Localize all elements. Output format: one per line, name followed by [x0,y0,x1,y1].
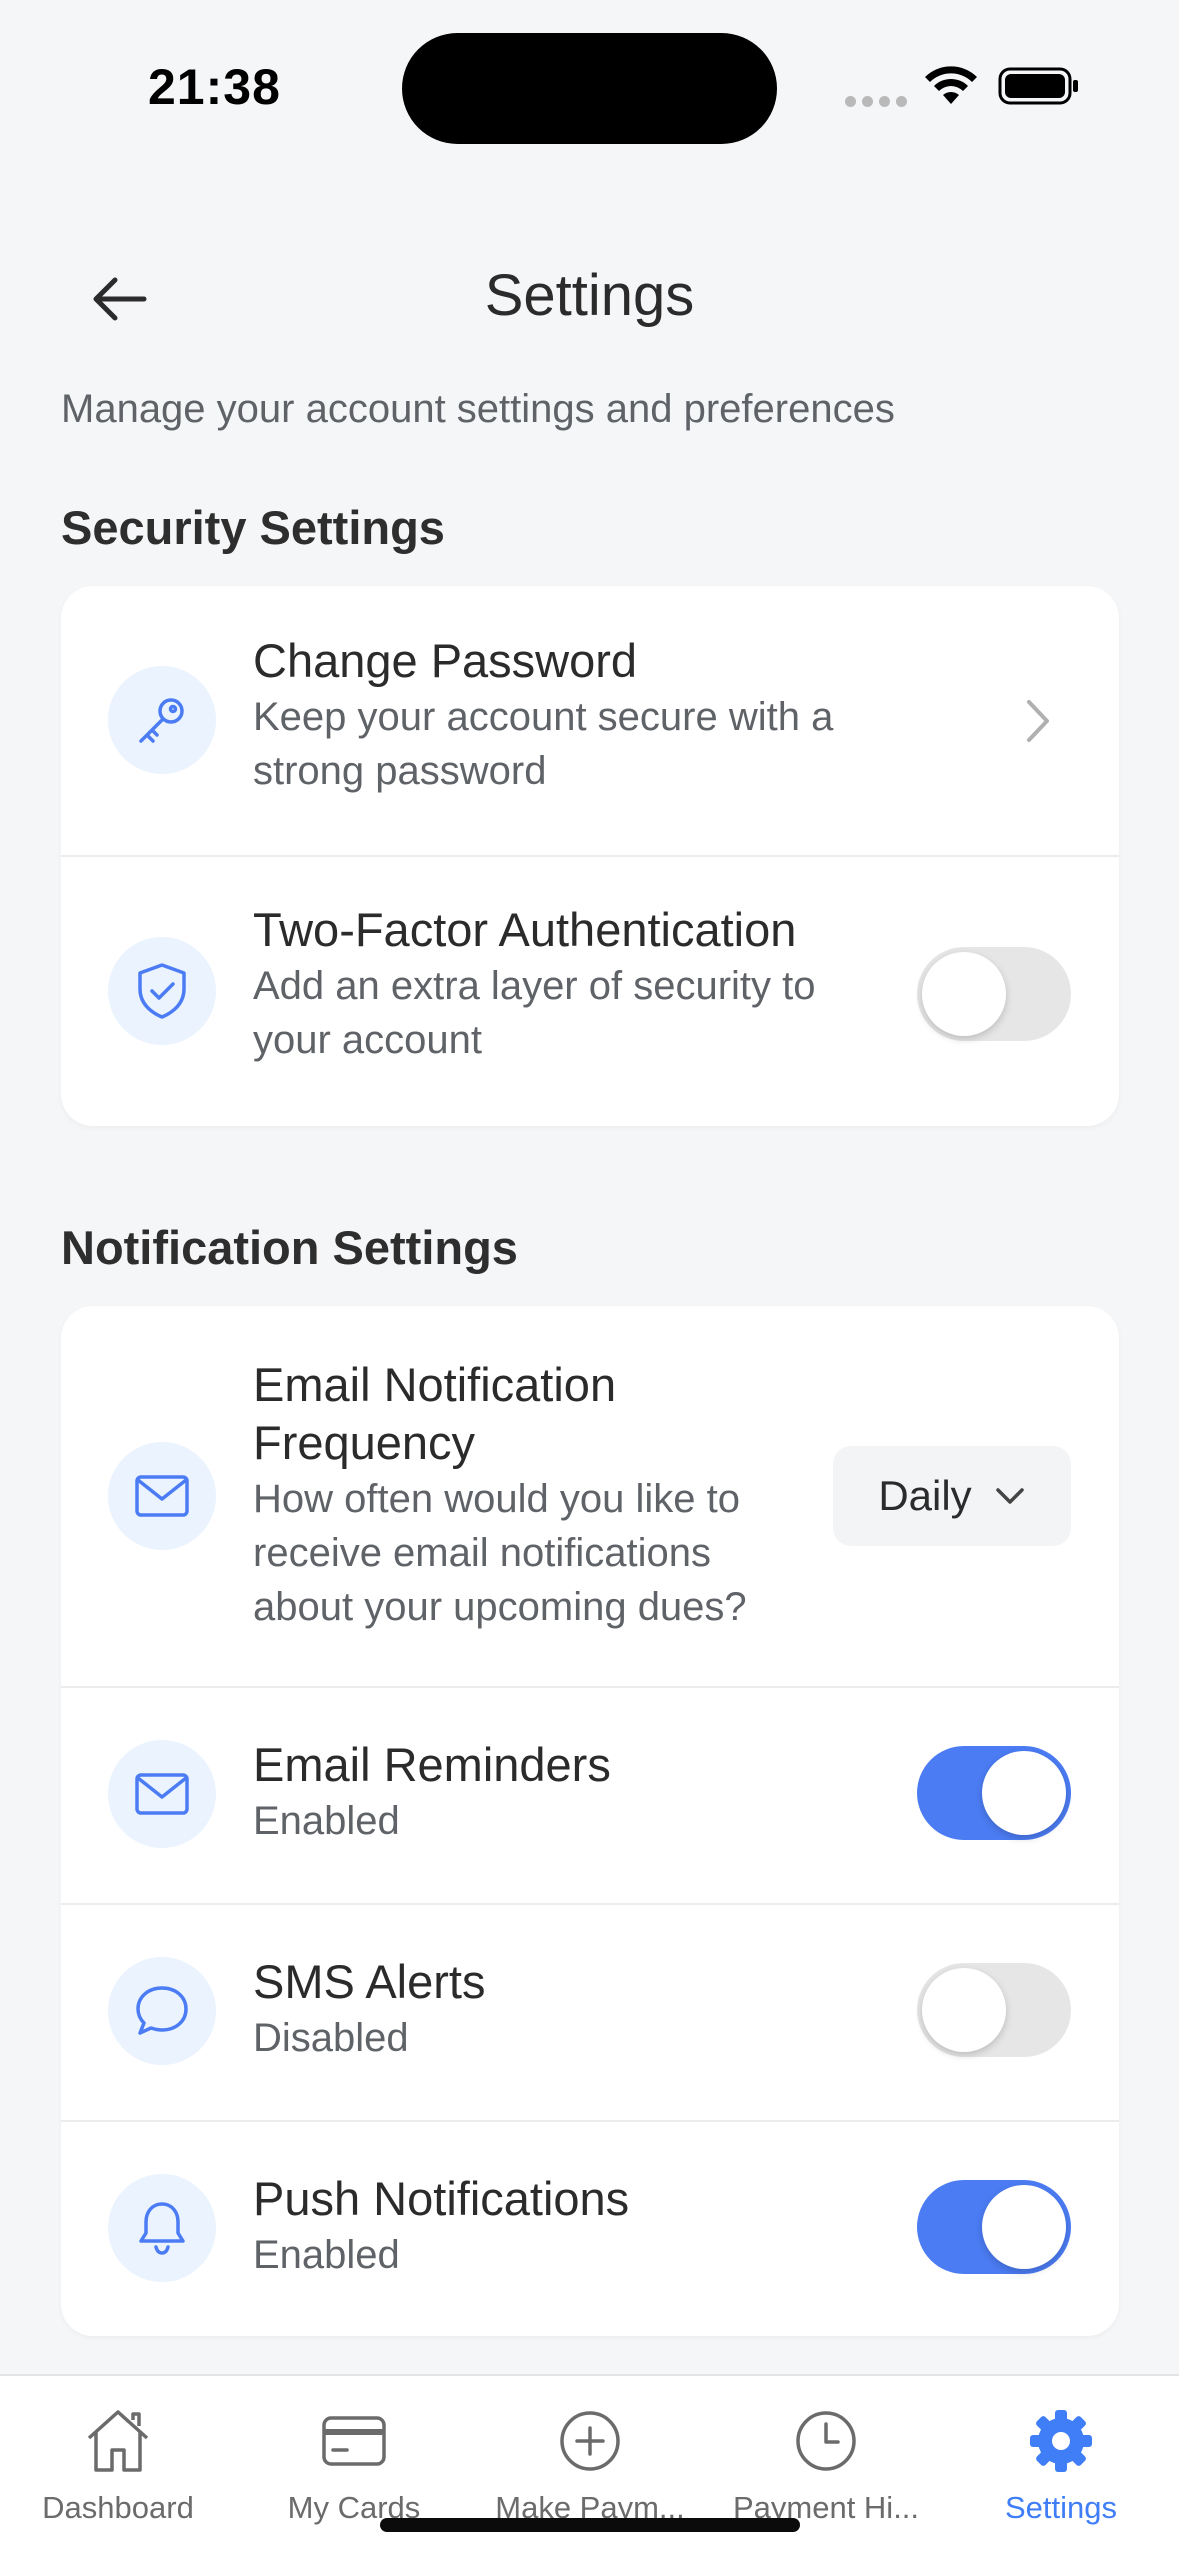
battery-icon [998,67,1078,105]
row-title: Push Notifications [253,2172,630,2225]
status-bar: 21:38 [0,0,1179,180]
chat-bubble-icon [108,1957,216,2065]
tab-my-cards[interactable]: My Cards [236,2404,472,2526]
plus-circle-icon [560,2411,620,2471]
row-description: Add an extra layer of security to your a… [253,964,816,1062]
change-password-row[interactable]: Change Password Keep your account secure… [61,586,1119,856]
chevron-right-icon [1027,700,1049,742]
selected-value: Daily [878,1472,972,1519]
two-factor-toggle[interactable] [917,947,1071,1041]
sms-alerts-row: SMS Alerts Disabled [61,1905,1119,2120]
mail-icon [108,1442,216,1550]
email-reminders-row: Email Reminders Enabled [61,1688,1119,1903]
card-icon [322,2416,386,2466]
row-description: Enabled [253,1799,400,1843]
status-time: 21:38 [148,59,281,115]
row-title: Email Notification Frequency [253,1358,617,1469]
tab-make-payment[interactable]: Make Paym... [472,2404,708,2526]
cellular-signal-icon [845,96,907,107]
page-subtitle: Manage your account settings and prefere… [61,387,895,431]
row-description: Disabled [253,2016,409,2060]
tab-payment-history[interactable]: Payment Hi... [708,2404,944,2526]
notification-settings-card: Email Notification Frequency How often w… [61,1306,1119,2336]
key-icon [108,666,216,774]
tab-label: Settings [1004,2490,1117,2525]
row-title: Change Password [253,634,638,687]
clock-icon [796,2411,856,2471]
tab-label: Dashboard [42,2490,194,2525]
gear-icon [1030,2410,1092,2472]
page-title: Settings [484,263,695,328]
row-title: SMS Alerts [253,1955,486,2008]
tab-dashboard[interactable]: Dashboard [0,2404,236,2526]
security-section-title: Security Settings [61,501,445,554]
sms-alerts-toggle[interactable] [917,1963,1071,2057]
email-frequency-row: Email Notification Frequency How often w… [61,1306,1119,1686]
push-notifications-toggle[interactable] [917,2180,1071,2274]
row-title: Email Reminders [253,1738,611,1791]
row-title: Two-Factor Authentication [253,903,797,956]
notification-section-title: Notification Settings [61,1221,518,1274]
shield-check-icon [108,937,216,1045]
home-indicator [380,2518,800,2532]
bell-icon [108,2174,216,2282]
two-factor-auth-row: Two-Factor Authentication Add an extra l… [61,857,1119,1126]
home-icon [87,2410,149,2472]
mail-icon [108,1740,216,1848]
email-reminders-toggle[interactable] [917,1746,1071,1840]
security-settings-card: Change Password Keep your account secure… [61,586,1119,1126]
row-description: How often would you like to receive emai… [253,1477,747,1629]
chevron-down-icon [995,1488,1024,1504]
row-description: Enabled [253,2233,400,2277]
dynamic-island [402,33,777,144]
email-frequency-select[interactable]: Daily [833,1446,1071,1546]
wifi-icon [925,66,977,104]
row-description: Keep your account secure with a strong p… [253,695,834,793]
push-notifications-row: Push Notifications Enabled [61,2122,1119,2336]
tab-settings[interactable]: Settings [943,2404,1179,2526]
